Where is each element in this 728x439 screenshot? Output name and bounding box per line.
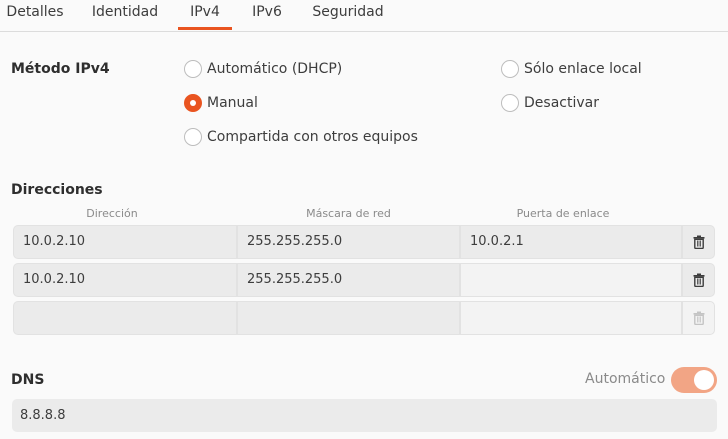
tab-identidad[interactable]: Identidad <box>86 0 164 29</box>
tab-ipv6[interactable]: IPv6 <box>245 0 289 29</box>
gateway-input[interactable] <box>460 263 682 297</box>
address-input[interactable]: 10.0.2.10 <box>13 263 237 297</box>
address-input[interactable]: 10.0.2.10 <box>13 225 237 259</box>
gateway-input[interactable] <box>460 301 682 335</box>
radio-disable[interactable]: Desactivar <box>501 91 599 115</box>
column-header-address: Dirección <box>86 207 138 220</box>
radio-label: Compartida con otros equipos <box>207 129 418 145</box>
dns-auto-toggle[interactable] <box>671 367 717 393</box>
address-row: 10.0.2.10 255.255.255.0 <box>13 263 715 297</box>
trash-icon <box>693 273 704 287</box>
column-header-netmask: Máscara de red <box>306 207 391 220</box>
toggle-knob <box>694 370 714 390</box>
radio-link-local[interactable]: Sólo enlace local <box>501 57 642 81</box>
dns-input[interactable]: 8.8.8.8 <box>12 399 717 432</box>
trash-icon <box>693 235 704 249</box>
radio-label: Desactivar <box>524 95 599 111</box>
delete-row-button[interactable] <box>682 225 715 259</box>
radio-manual[interactable]: Manual <box>184 91 258 115</box>
radio-label: Manual <box>207 95 258 111</box>
radio-automatic-dhcp[interactable]: Automático (DHCP) <box>184 57 342 81</box>
netmask-input[interactable] <box>237 301 460 335</box>
address-row-empty <box>13 301 715 335</box>
gateway-input[interactable]: 10.0.2.1 <box>460 225 682 259</box>
address-input[interactable] <box>13 301 237 335</box>
netmask-input[interactable]: 255.255.255.0 <box>237 225 460 259</box>
netmask-input[interactable]: 255.255.255.0 <box>237 263 460 297</box>
delete-row-button[interactable] <box>682 263 715 297</box>
radio-button[interactable] <box>184 60 202 78</box>
ipv4-method-label: Método IPv4 <box>11 61 110 77</box>
addresses-label: Direcciones <box>11 182 103 198</box>
radio-label: Sólo enlace local <box>524 61 642 77</box>
dns-auto-label: Automático <box>585 371 666 387</box>
trash-icon <box>693 311 704 325</box>
radio-button[interactable] <box>184 128 202 146</box>
radio-button[interactable] <box>184 94 202 112</box>
tab-ipv4[interactable]: IPv4 <box>178 0 232 30</box>
column-header-gateway: Puerta de enlace <box>516 207 610 220</box>
tab-bar: Detalles Identidad IPv4 IPv6 Seguridad <box>0 0 728 32</box>
tab-detalles[interactable]: Detalles <box>0 0 70 29</box>
delete-row-button <box>682 301 715 335</box>
radio-button[interactable] <box>501 60 519 78</box>
address-row: 10.0.2.10 255.255.255.0 10.0.2.1 <box>13 225 715 259</box>
dns-label: DNS <box>11 372 45 388</box>
radio-shared[interactable]: Compartida con otros equipos <box>184 125 418 149</box>
tab-seguridad[interactable]: Seguridad <box>307 0 389 29</box>
radio-label: Automático (DHCP) <box>207 61 343 77</box>
radio-button[interactable] <box>501 94 519 112</box>
